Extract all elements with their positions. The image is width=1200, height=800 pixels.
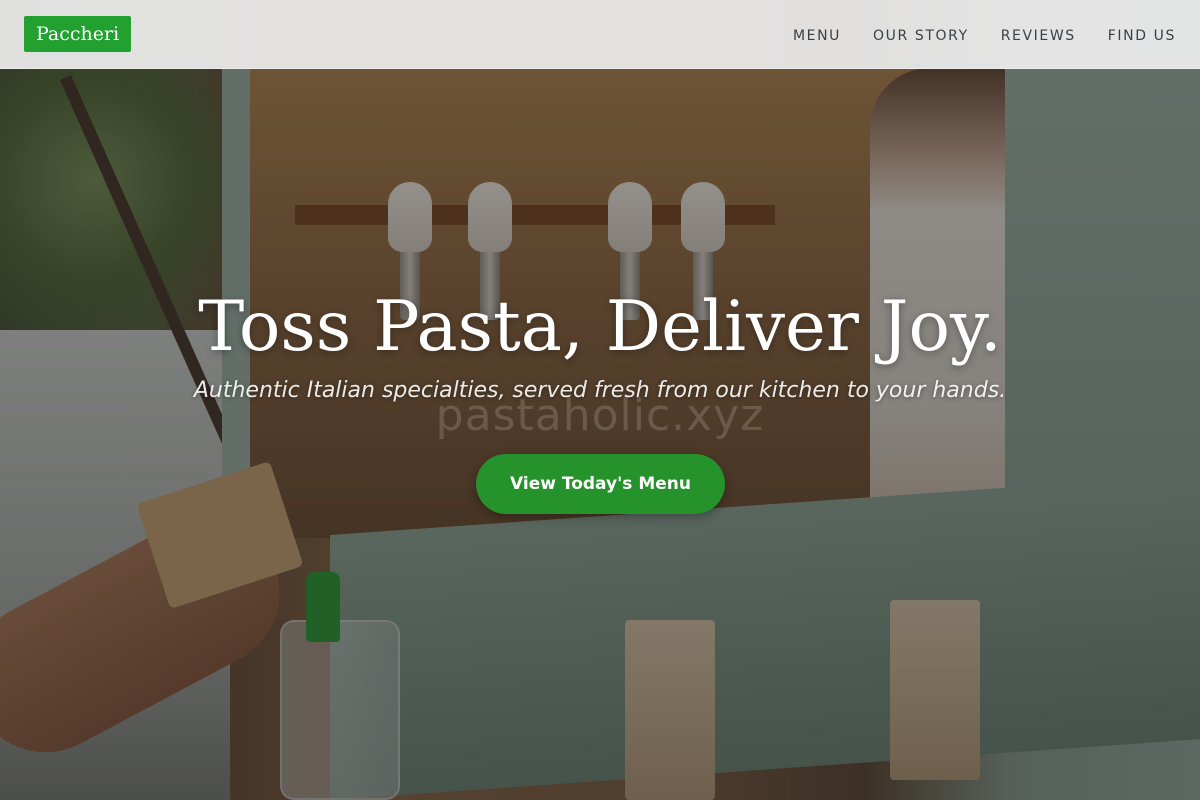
hero-tagline: Authentic Italian specialties, served fr…	[193, 378, 1007, 403]
nav-links: MENU OUR STORY REVIEWS FIND US	[793, 0, 1176, 69]
hero-content: Toss Pasta, Deliver Joy. Authentic Itali…	[0, 282, 1200, 403]
nav-item: MENU	[793, 25, 841, 44]
nav-link-menu[interactable]: MENU	[793, 28, 841, 44]
nav-item: OUR STORY	[873, 25, 969, 44]
nav-link-reviews[interactable]: REVIEWS	[1001, 28, 1076, 44]
nav-item: FIND US	[1108, 25, 1176, 44]
view-menu-button[interactable]: View Today's Menu	[476, 454, 725, 514]
nav-link-our-story[interactable]: OUR STORY	[873, 28, 969, 44]
top-navbar: Paccheri MENU OUR STORY REVIEWS FIND US	[0, 0, 1200, 69]
nav-item: REVIEWS	[1001, 25, 1076, 44]
nav-link-find-us[interactable]: FIND US	[1108, 28, 1176, 44]
brand-logo-link[interactable]: Paccheri	[24, 16, 132, 52]
hero-headline: Toss Pasta, Deliver Joy.	[198, 287, 1002, 367]
